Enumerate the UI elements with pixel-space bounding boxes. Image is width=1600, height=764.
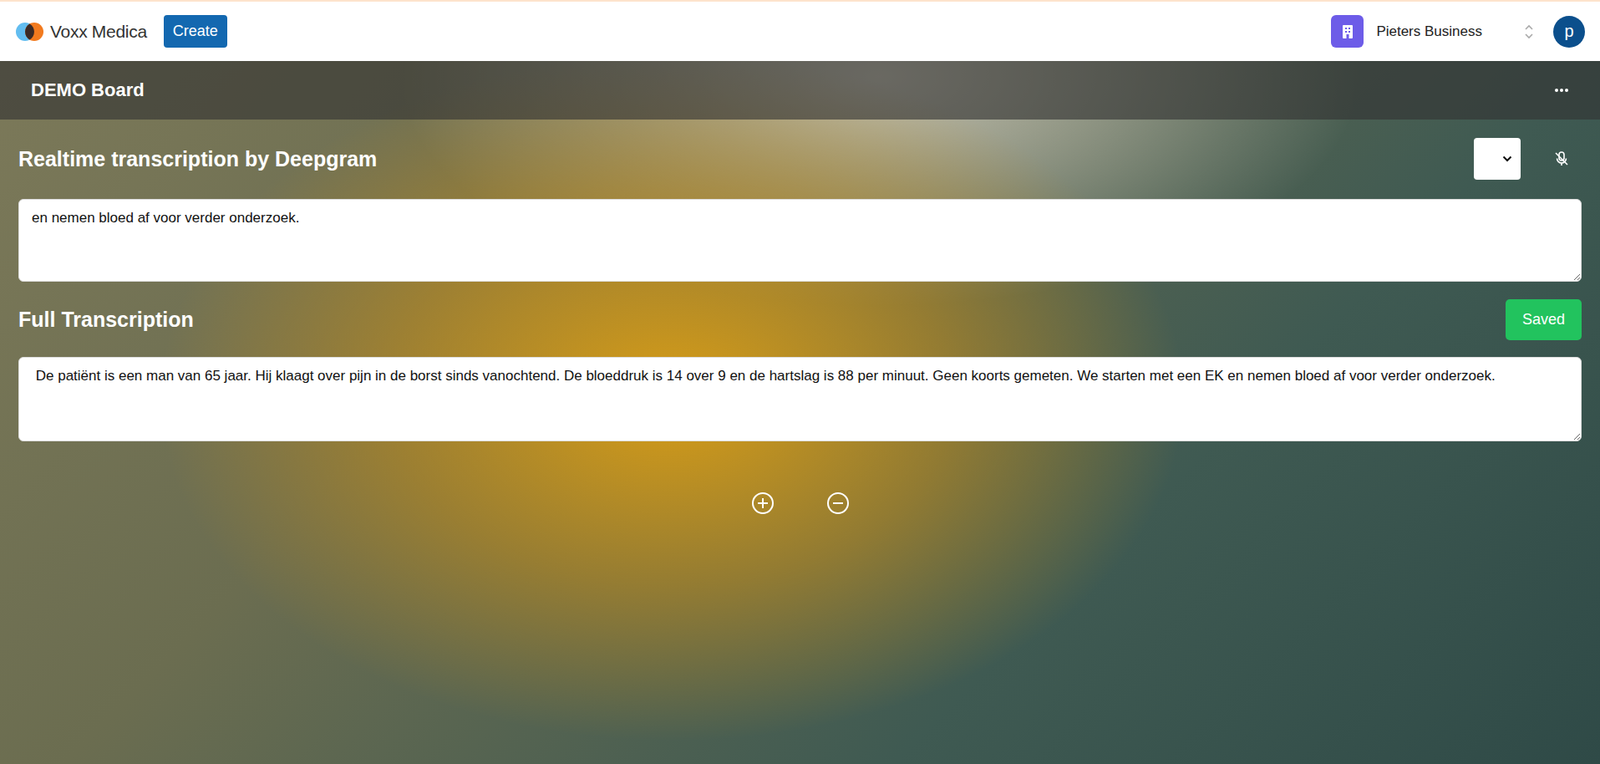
logo-icon xyxy=(15,20,46,43)
language-select[interactable] xyxy=(1473,137,1521,180)
full-header: Full Transcription Saved xyxy=(18,299,1582,341)
logo-text: Voxx Medica xyxy=(50,21,148,42)
building-icon xyxy=(1330,15,1364,48)
user-avatar[interactable]: p xyxy=(1553,15,1585,48)
mic-off-icon xyxy=(1553,150,1570,168)
mic-button[interactable] xyxy=(1549,147,1574,171)
board-header: DEMO Board xyxy=(0,60,1600,120)
org-switcher[interactable]: Pieters Business xyxy=(1330,15,1535,48)
chevron-down-icon xyxy=(1502,155,1513,163)
save-button[interactable]: Saved xyxy=(1505,299,1582,341)
top-nav: Voxx Medica Create Pieters Business p xyxy=(0,0,1600,61)
chevron-up-down-icon xyxy=(1523,22,1535,41)
create-button[interactable]: Create xyxy=(163,15,228,48)
full-title: Full Transcription xyxy=(18,307,194,332)
realtime-title: Realtime transcription by Deepgram xyxy=(18,147,377,172)
minus-circle-icon[interactable] xyxy=(826,491,850,515)
content: Realtime transcription by Deepgram Full … xyxy=(0,119,1600,549)
plus-circle-icon[interactable] xyxy=(751,491,775,515)
full-textarea[interactable] xyxy=(18,356,1582,442)
page: Voxx Medica Create Pieters Business p DE… xyxy=(0,0,1600,764)
realtime-header: Realtime transcription by Deepgram xyxy=(18,137,1582,180)
realtime-textarea[interactable] xyxy=(18,198,1582,282)
logo[interactable]: Voxx Medica xyxy=(15,20,148,43)
board-title: DEMO Board xyxy=(30,79,145,102)
zoom-controls xyxy=(18,491,1582,515)
more-icon[interactable] xyxy=(1554,87,1570,93)
org-name: Pieters Business xyxy=(1376,23,1483,41)
